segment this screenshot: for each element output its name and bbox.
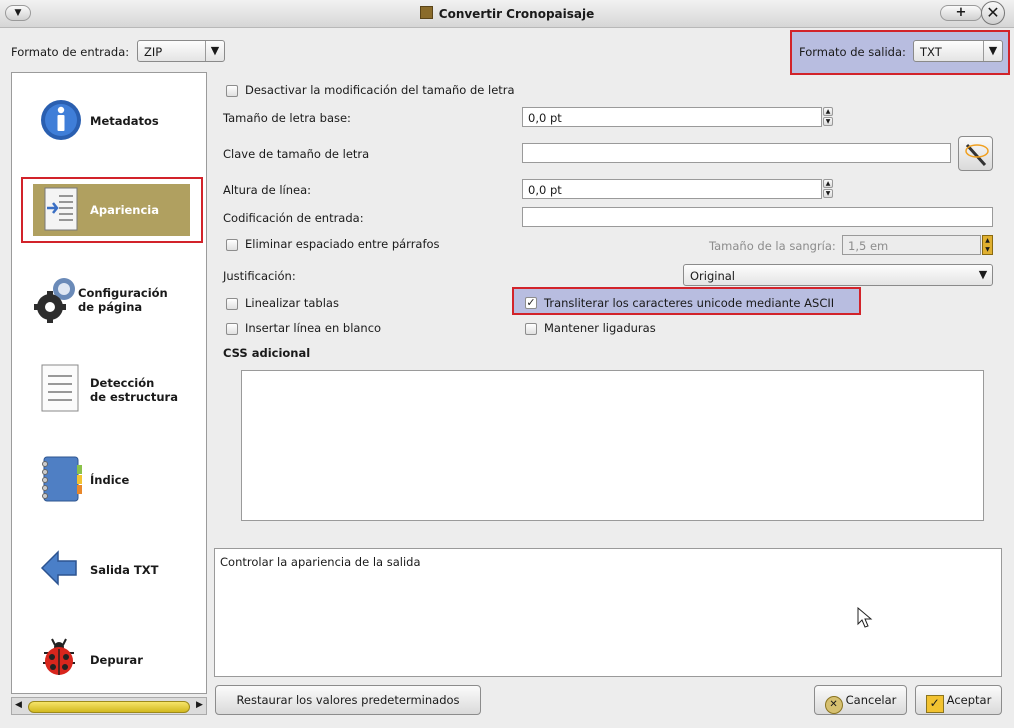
insert-blank-line-label: Insertar línea en blanco xyxy=(245,321,382,335)
input-format-select[interactable]: ZIP ▼ xyxy=(137,40,225,62)
sidebar-item-label: Configuración de página xyxy=(78,286,168,314)
indent-size-value: 1,5 em xyxy=(848,239,889,253)
chevron-down-icon: ▼ xyxy=(205,41,224,61)
sidebar: Metadatos Apariencia Configuración de pág… xyxy=(11,72,207,694)
sidebar-item-salida-txt[interactable]: Salida TXT xyxy=(12,529,206,609)
chevron-down-icon: ▼ xyxy=(983,41,1002,61)
disable-font-size-label: Desactivar la modificación del tamaño de… xyxy=(245,83,515,97)
linearize-tables-checkbox[interactable] xyxy=(226,298,238,310)
arrow-left-icon xyxy=(40,550,77,586)
sidebar-item-indice[interactable]: Índice xyxy=(12,439,206,519)
magic-wand-icon xyxy=(964,143,989,167)
keep-ligatures-label: Mantener ligaduras xyxy=(544,321,656,335)
base-font-size-input[interactable]: 0,0 pt xyxy=(522,107,822,127)
line-height-spinner[interactable]: ▲ ▼ xyxy=(823,179,834,199)
indent-size-label: Tamaño de la sangría: xyxy=(709,239,836,253)
insert-blank-line-checkbox[interactable] xyxy=(226,323,238,335)
line-height-label: Altura de línea: xyxy=(223,183,311,197)
disable-font-size-checkbox[interactable] xyxy=(226,85,238,97)
output-format-value: TXT xyxy=(920,45,942,59)
info-icon xyxy=(41,100,81,140)
appearance-icon xyxy=(44,187,78,231)
keep-ligatures-checkbox[interactable] xyxy=(525,323,537,335)
checkmark-icon: ✓ xyxy=(925,695,944,713)
app-icon xyxy=(419,6,433,19)
scroll-thumb[interactable] xyxy=(28,701,190,713)
help-text: Controlar la apariencia de la salida xyxy=(220,555,421,569)
sidebar-horizontal-scrollbar[interactable]: ◀ ▶ xyxy=(11,697,207,715)
spin-down-icon[interactable]: ▼ xyxy=(823,189,833,198)
sidebar-item-label: Depurar xyxy=(90,653,143,667)
sidebar-item-label: Metadatos xyxy=(90,114,159,128)
sidebar-item-deteccion[interactable]: Detección de estructura xyxy=(12,358,206,438)
sidebar-item-label: Apariencia xyxy=(90,203,160,217)
accept-button-label: Aceptar xyxy=(946,693,992,707)
font-size-wizard-button[interactable] xyxy=(958,136,993,171)
remove-spacing-label: Eliminar espaciado entre párrafos xyxy=(245,237,440,251)
base-font-size-spinner[interactable]: ▲ ▼ xyxy=(823,107,834,127)
spin-up-icon[interactable]: ▲ xyxy=(823,179,833,188)
cancel-icon: ✕ xyxy=(824,696,843,714)
sidebar-item-label-line1: Configuración xyxy=(78,286,168,300)
sidebar-item-label-line2: de página xyxy=(78,300,143,314)
base-font-size-label: Tamaño de letra base: xyxy=(223,111,351,125)
help-panel: Controlar la apariencia de la salida xyxy=(214,548,1002,677)
linearize-tables-label: Linealizar tablas xyxy=(245,296,339,310)
output-format-label: Formato de salida: xyxy=(799,45,906,59)
gear-icon xyxy=(34,278,75,323)
extra-css-label: CSS adicional xyxy=(223,346,311,360)
title-bar: ▼ Convertir Cronopaisaje + ✕ xyxy=(0,0,1014,28)
line-height-value: 0,0 pt xyxy=(528,183,562,197)
input-encoding-label: Codificación de entrada: xyxy=(223,211,364,225)
extra-css-textarea[interactable] xyxy=(241,370,984,521)
sidebar-item-label-line1: Detección xyxy=(90,376,155,390)
restore-defaults-button[interactable]: Restaurar los valores predeterminados xyxy=(215,685,481,715)
spin-down-icon[interactable]: ▼ xyxy=(823,117,833,126)
close-button[interactable]: ✕ xyxy=(981,1,1005,25)
sidebar-item-apariencia[interactable]: Apariencia xyxy=(33,184,190,236)
chevron-down-icon: ▼ xyxy=(978,268,988,281)
document-icon xyxy=(41,364,79,412)
window-title-text: Convertir Cronopaisaje xyxy=(438,7,595,21)
sidebar-item-label: Detección de estructura xyxy=(90,376,178,404)
scroll-left-icon[interactable]: ◀ xyxy=(15,700,22,710)
justification-label: Justificación: xyxy=(223,269,296,283)
line-height-input[interactable]: 0,0 pt xyxy=(522,179,822,199)
output-format-select[interactable]: TXT ▼ xyxy=(913,40,1003,62)
base-font-size-value: 0,0 pt xyxy=(528,111,562,125)
maximize-button[interactable]: + xyxy=(940,5,982,21)
input-format-value: ZIP xyxy=(144,45,163,59)
sidebar-item-depurar[interactable]: Depurar xyxy=(12,619,206,699)
accept-button[interactable]: ✓ Aceptar xyxy=(915,685,1002,715)
notebook-icon xyxy=(42,456,82,502)
transliterate-checkbox[interactable]: ✓ xyxy=(525,297,537,309)
input-format-label: Formato de entrada: xyxy=(11,45,130,59)
scroll-right-icon[interactable]: ▶ xyxy=(196,700,203,710)
indent-size-spinner[interactable]: ▲ ▼ xyxy=(982,235,993,255)
justification-value: Original xyxy=(690,269,736,283)
remove-spacing-checkbox[interactable] xyxy=(226,239,238,251)
sidebar-item-configuracion[interactable]: Configuración de página xyxy=(12,265,206,345)
indent-size-input[interactable]: 1,5 em xyxy=(842,235,981,255)
transliterate-label: Transliterar los caracteres unicode medi… xyxy=(544,296,835,310)
spin-up-icon[interactable]: ▲ xyxy=(823,107,833,116)
cancel-button[interactable]: ✕ Cancelar xyxy=(814,685,907,715)
window-title: Convertir Cronopaisaje xyxy=(0,6,1014,21)
font-size-key-input[interactable] xyxy=(522,143,951,163)
justification-select[interactable]: Original ▼ xyxy=(683,264,993,286)
sidebar-item-label: Salida TXT xyxy=(90,563,159,577)
sidebar-item-label-line2: de estructura xyxy=(90,390,178,404)
cancel-button-label: Cancelar xyxy=(845,693,897,707)
mouse-pointer-icon xyxy=(857,607,873,628)
input-encoding-input[interactable] xyxy=(522,207,993,227)
ladybug-icon xyxy=(43,638,75,675)
sidebar-item-label: Índice xyxy=(90,473,130,487)
sidebar-item-metadatos[interactable]: Metadatos xyxy=(12,81,206,161)
font-size-key-label: Clave de tamaño de letra xyxy=(223,147,370,161)
